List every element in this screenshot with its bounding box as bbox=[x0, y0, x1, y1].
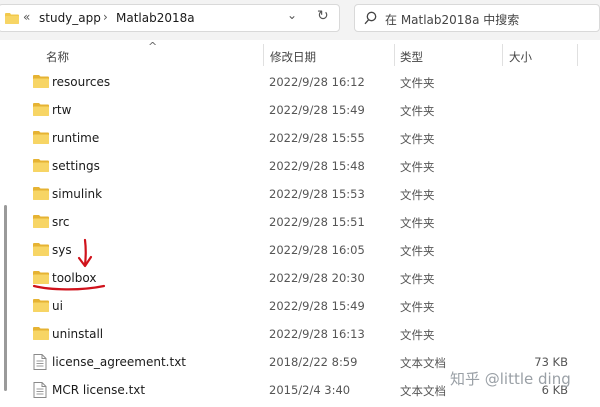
watermark: 知乎 @little ding bbox=[450, 370, 571, 388]
red-annotation-arrow bbox=[32, 238, 106, 291]
vertical-scrollbar[interactable] bbox=[4, 205, 7, 391]
